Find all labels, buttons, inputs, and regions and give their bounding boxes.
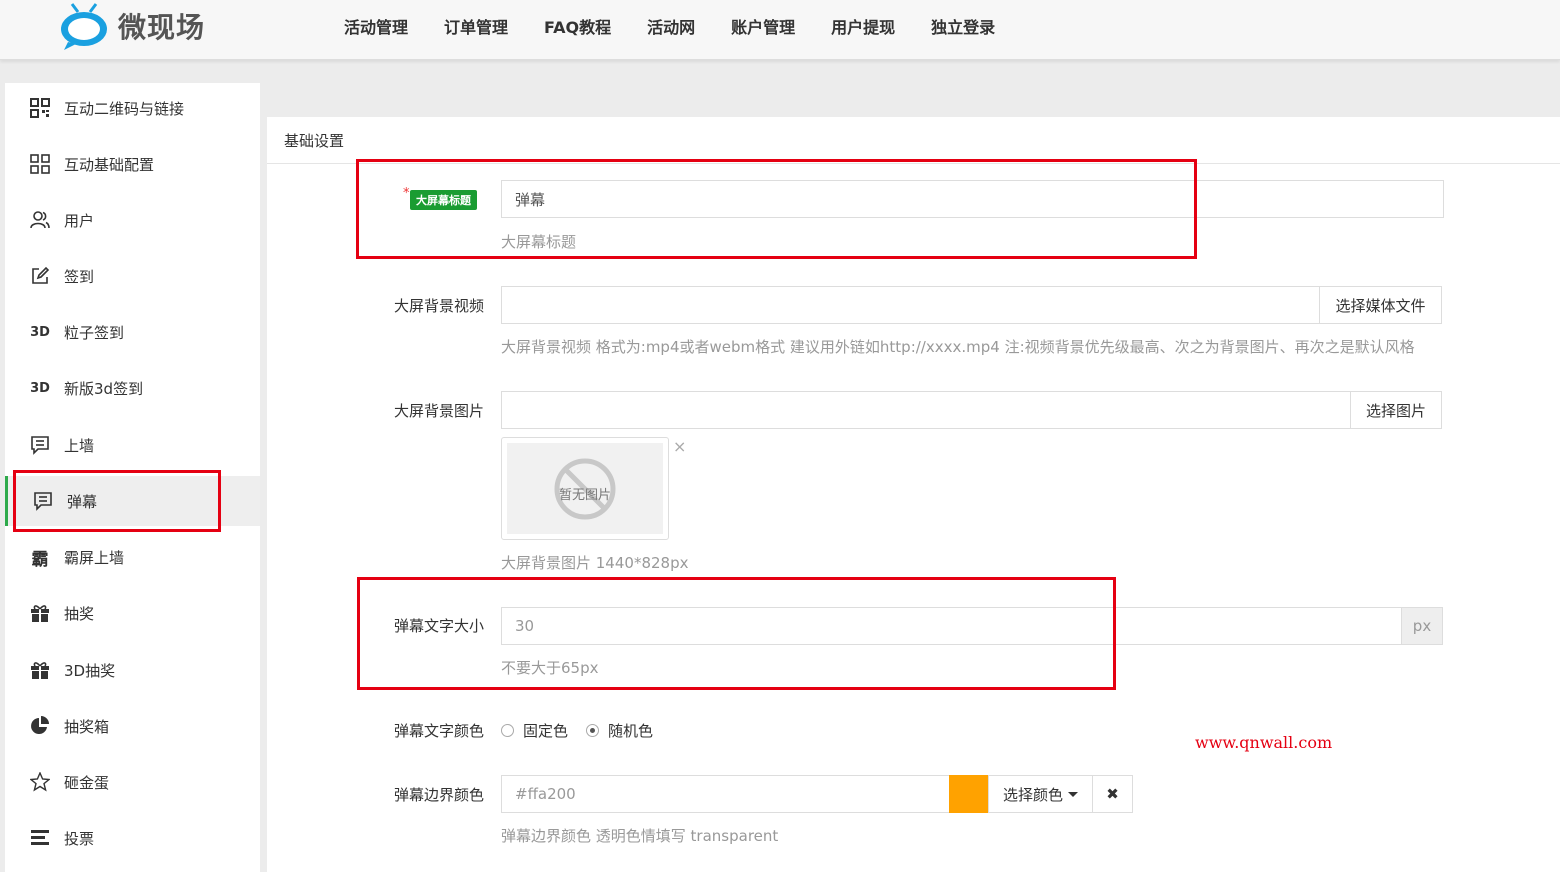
remove-image-icon[interactable]: × [673, 437, 686, 456]
sidebar-item-lottery-box[interactable]: 抽奖箱 [5, 701, 260, 751]
star-icon [29, 771, 51, 793]
image-thumbnail: 暂无图片 [501, 437, 669, 540]
sidebar-item-label: 砸金蛋 [64, 773, 110, 792]
nav-account[interactable]: 账户管理 [731, 14, 795, 38]
sidebar-item-label: 互动二维码与链接 [64, 99, 185, 118]
select-color-label: 选择颜色 [1002, 785, 1063, 804]
nav-faq[interactable]: FAQ教程 [544, 14, 611, 38]
gift-icon [29, 659, 51, 681]
nav-activity-site[interactable]: 活动网 [647, 14, 695, 38]
video-input[interactable] [501, 286, 1320, 324]
image-help: 大屏背景图片 1440*828px [501, 554, 689, 572]
video-help: 大屏背景视频 格式为:mp4或者webm格式 建议用外链如http://xxxx… [501, 338, 1415, 356]
sidebar-item-bapin-wall[interactable]: 霸 霸屏上墙 [5, 532, 260, 582]
sidebar-item-vote[interactable]: 投票 [5, 813, 260, 863]
sidebar-item-label: 投票 [64, 829, 95, 848]
top-bar: 微现场 活动管理 订单管理 FAQ教程 活动网 账户管理 用户提现 独立登录 [0, 0, 1560, 60]
sidebar-item-label: 新版3d签到 [64, 379, 144, 398]
select-image-button[interactable]: 选择图片 [1350, 391, 1442, 429]
sidebar-item-lottery[interactable]: 抽奖 [5, 588, 260, 638]
nav-withdraw[interactable]: 用户提现 [831, 14, 895, 38]
border-color-help: 弹幕边界颜色 透明色情填写 transparent [501, 827, 779, 845]
font-color-label: 弹幕文字颜色 [393, 722, 484, 740]
sidebar-item-label: 粒子签到 [64, 323, 125, 342]
sidebar-item-signin[interactable]: 签到 [5, 251, 260, 301]
image-label: 大屏背景图片 [393, 402, 484, 420]
message-icon [29, 434, 51, 456]
logo[interactable]: 微现场 [58, 0, 205, 52]
no-image-placeholder: 暂无图片 [507, 443, 663, 534]
sidebar-item-label: 抽奖 [64, 604, 95, 623]
sidebar-item-3d-lottery[interactable]: 3D抽奖 [5, 645, 260, 695]
sidebar-item-label: 上墙 [64, 436, 95, 455]
logo-text: 微现场 [118, 11, 206, 44]
sidebar-item-wall[interactable]: 上墙 [5, 420, 260, 470]
clear-color-button[interactable]: ✖ [1092, 775, 1133, 813]
highlight-box-font-size [357, 577, 1116, 690]
sidebar-item-label: 签到 [64, 267, 95, 286]
image-input[interactable] [501, 391, 1351, 429]
sidebar-item-label: 霸屏上墙 [64, 548, 125, 567]
caret-down-icon [1068, 791, 1078, 797]
color-swatch[interactable] [949, 775, 989, 813]
highlight-box-title [356, 159, 1197, 259]
radio-fixed-color-label[interactable]: 固定色 [523, 720, 568, 741]
highlight-box-sidebar-danmu [13, 470, 221, 532]
video-label: 大屏背景视频 [393, 297, 484, 315]
gift-icon [29, 602, 51, 624]
sidebar-item-users[interactable]: 用户 [5, 195, 260, 245]
qrcode-icon [29, 97, 51, 119]
main-nav: 活动管理 订单管理 FAQ教程 活动网 账户管理 用户提现 独立登录 [326, 0, 1013, 52]
sidebar-item-qrcode[interactable]: 互动二维码与链接 [5, 83, 260, 133]
select-color-button[interactable]: 选择颜色 [988, 775, 1093, 813]
users-icon [29, 209, 51, 231]
list-icon [29, 827, 51, 849]
border-color-input[interactable]: #ffa200 [501, 775, 950, 813]
pie-icon [29, 715, 51, 737]
sidebar-item-label: 3D抽奖 [64, 661, 116, 680]
sidebar-item-particle-signin[interactable]: 3D 粒子签到 [5, 307, 260, 357]
grid-icon [29, 153, 51, 175]
nav-orders[interactable]: 订单管理 [444, 14, 508, 38]
sidebar-item-label: 互动基础配置 [64, 155, 155, 174]
sidebar-item-basic-config[interactable]: 互动基础配置 [5, 139, 260, 189]
nav-activity[interactable]: 活动管理 [344, 14, 408, 38]
radio-random-color-label[interactable]: 随机色 [608, 720, 653, 741]
ba-icon: 霸 [31, 549, 49, 570]
sidebar-item-golden-egg[interactable]: 砸金蛋 [5, 757, 260, 807]
border-color-label: 弹幕边界颜色 [393, 786, 484, 804]
edit-icon [29, 265, 51, 287]
3d-icon: 3D [30, 380, 50, 396]
sidebar-item-label: 抽奖箱 [64, 717, 110, 736]
radio-fixed-color[interactable] [501, 724, 514, 737]
sidebar-item-label: 用户 [64, 211, 95, 230]
tv-logo-icon [58, 0, 110, 52]
radio-random-color[interactable] [586, 724, 599, 737]
sidebar-item-3d-signin[interactable]: 3D 新版3d签到 [5, 363, 260, 413]
panel-title: 基础设置 [284, 132, 345, 150]
nav-independent-login[interactable]: 独立登录 [931, 14, 995, 38]
watermark-text: www.qnwall.com [1195, 733, 1333, 752]
panel-header: 基础设置 [267, 117, 1560, 164]
select-media-button[interactable]: 选择媒体文件 [1319, 286, 1442, 324]
font-size-unit: px [1401, 607, 1443, 645]
no-image-text: 暂无图片 [558, 488, 611, 503]
3d-icon: 3D [30, 324, 50, 340]
